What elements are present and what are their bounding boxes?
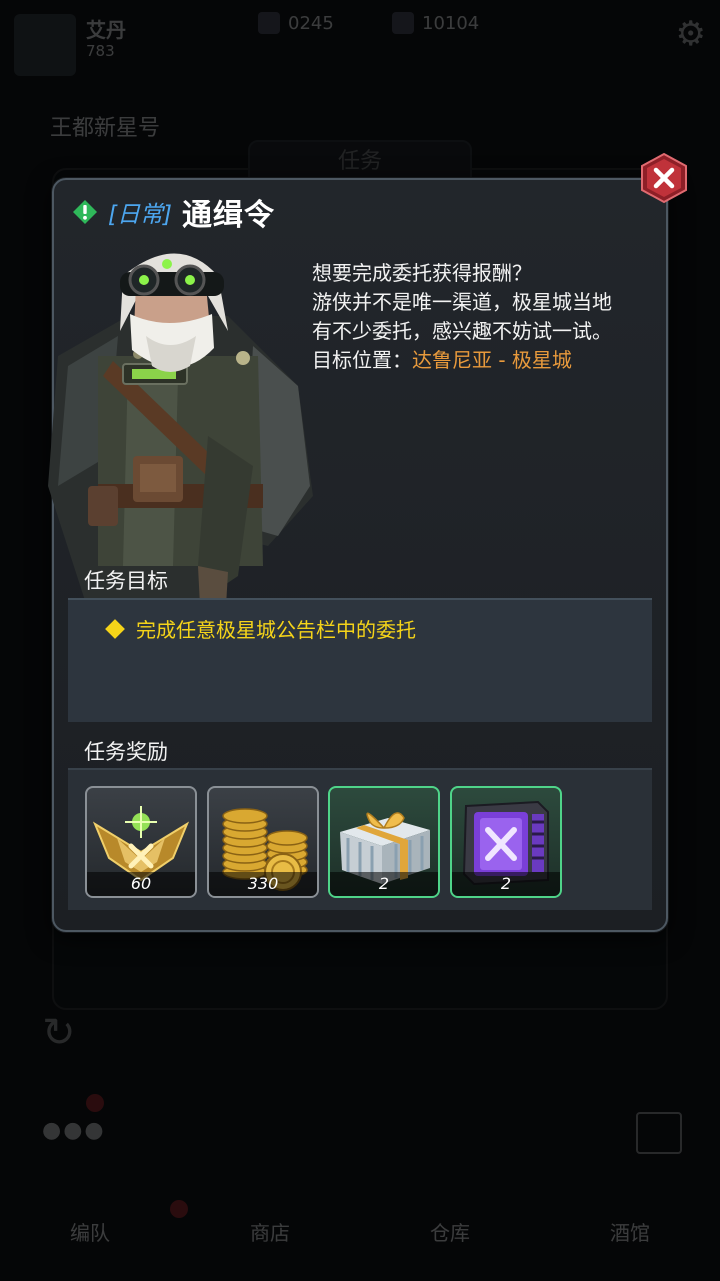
quest-description: 想要完成委托获得报酬？ 游侠并不是唯一渠道，极星城当地 有不少委托，感兴趣不妨试… — [312, 259, 662, 375]
resource-energy: 0245 — [258, 12, 334, 34]
reward-item-gift-box[interactable]: 2 — [328, 786, 440, 898]
nav-item-team: 编队 — [70, 1220, 110, 1245]
resource-crystal: 10104 — [392, 12, 479, 34]
current-location: 王都新星号 — [50, 116, 161, 141]
reward-item-purple-crate[interactable]: 2 — [450, 786, 562, 898]
reward-count: 330 — [209, 872, 317, 896]
diamond-bullet-icon — [105, 618, 125, 639]
quest-type: [日常] — [108, 202, 172, 228]
refresh-icon: ↻ — [42, 1010, 76, 1056]
objective-heading: 任务目标 — [84, 569, 168, 593]
nav-item-tavern: 酒馆 — [610, 1220, 650, 1245]
close-button[interactable] — [640, 152, 688, 204]
close-icon — [641, 152, 687, 204]
location-value: 达鲁尼亚 - 极星城 — [412, 348, 572, 372]
player-name: 艾丹 — [86, 18, 126, 42]
energy-icon — [258, 12, 280, 34]
description-line: 游侠并不是唯一渠道，极星城当地 — [312, 290, 612, 314]
objective-text: 完成任意极星城公告栏中的委托 — [136, 618, 416, 642]
quest-title: 通缉令 — [181, 198, 275, 233]
player-avatar — [14, 14, 76, 76]
nav-item-shop: 商店 — [250, 1220, 290, 1245]
crystal-icon — [392, 12, 414, 34]
nav-item-warehouse: 仓库 — [430, 1220, 470, 1245]
quest-header: [日常] 通缉令 — [72, 192, 275, 233]
objective-item: 完成任意极星城公告栏中的委托 — [105, 614, 416, 643]
reward-heading: 任务奖励 — [84, 740, 168, 764]
calendar-icon — [636, 1112, 682, 1154]
settings-gear-icon: ⚙ — [675, 14, 706, 54]
more-icon: ●●● — [42, 1118, 106, 1143]
bottom-nav: 编队 商店 仓库 酒馆 — [0, 1181, 720, 1281]
reward-item-gold-coins[interactable]: 330 — [207, 786, 319, 898]
target-location: 目标位置：达鲁尼亚 - 极星城 — [312, 346, 662, 375]
notification-badge — [86, 1094, 104, 1112]
reward-item-rank-badge[interactable]: 60 — [85, 786, 197, 898]
player-level: 783 — [86, 42, 115, 60]
reward-count: 60 — [87, 872, 195, 896]
quest-alert-icon — [73, 200, 97, 224]
reward-count: 2 — [330, 872, 438, 896]
location-label: 目标位置： — [312, 348, 412, 372]
npc-portrait — [48, 253, 313, 610]
description-line: 有不少委托，感兴趣不妨试一试。 — [312, 319, 612, 343]
reward-count: 2 — [452, 872, 560, 896]
description-line: 想要完成委托获得报酬？ — [312, 261, 532, 285]
